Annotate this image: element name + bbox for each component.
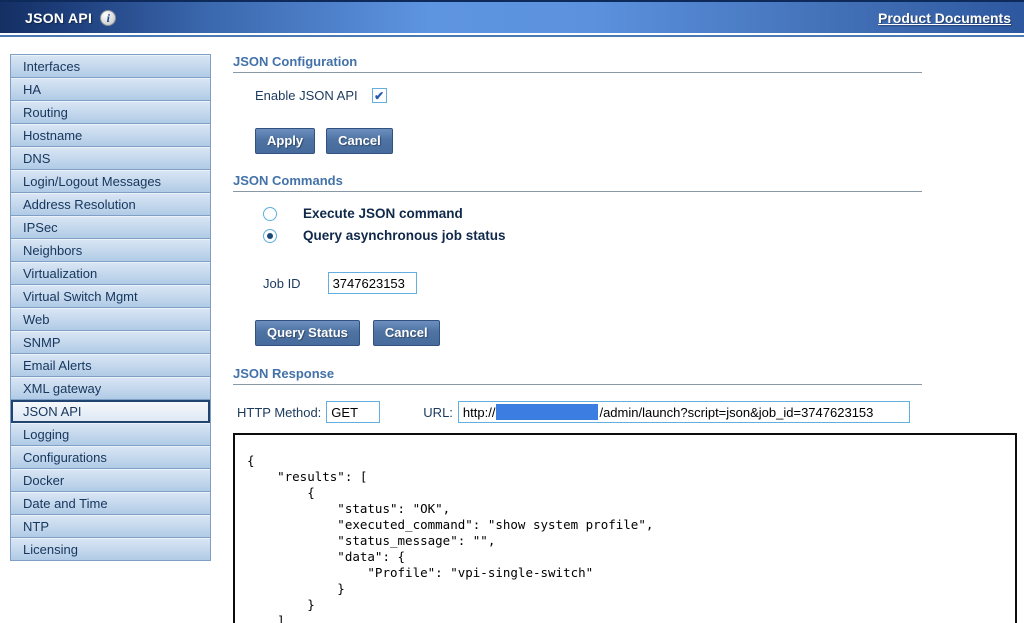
url-host-redaction <box>496 404 598 420</box>
enable-json-api-checkbox[interactable]: ✔ <box>372 88 387 103</box>
sidebar-item-docker[interactable]: Docker <box>11 469 210 492</box>
url-prefix-text: http:// <box>463 405 496 420</box>
json-commands-section-header: JSON Commands <box>233 173 922 192</box>
query-status-button[interactable]: Query Status <box>255 320 360 346</box>
sidebar-item-ha[interactable]: HA <box>11 78 210 101</box>
sidebar-item-virtual-switch-mgmt[interactable]: Virtual Switch Mgmt <box>11 285 210 308</box>
sidebar-item-snmp[interactable]: SNMP <box>11 331 210 354</box>
sidebar-item-login-logout-messages[interactable]: Login/Logout Messages <box>11 170 210 193</box>
sidebar-item-interfaces[interactable]: Interfaces <box>11 55 210 78</box>
sidebar-item-routing[interactable]: Routing <box>11 101 210 124</box>
sidebar-item-neighbors[interactable]: Neighbors <box>11 239 210 262</box>
radio-selected-dot <box>267 233 273 239</box>
header-bar: JSON API i Product Documents <box>0 0 1024 33</box>
page-title: JSON API <box>25 10 92 26</box>
sidebar-item-address-resolution[interactable]: Address Resolution <box>11 193 210 216</box>
enable-json-api-label: Enable JSON API <box>255 88 358 103</box>
main-panel: JSON Configuration Enable JSON API ✔ App… <box>233 54 1017 623</box>
sidebar-item-web[interactable]: Web <box>11 308 210 331</box>
url-input[interactable]: http:// /admin/launch?script=json&job_id… <box>458 401 910 423</box>
sidebar-item-json-api[interactable]: JSON API <box>11 400 210 423</box>
url-path-text: /admin/launch?script=json&job_id=3747623… <box>599 405 873 420</box>
radio-query-job-status[interactable]: Query asynchronous job status <box>263 228 1017 243</box>
url-label: URL: <box>423 405 453 420</box>
sidebar-item-virtualization[interactable]: Virtualization <box>11 262 210 285</box>
radio-execute-label: Execute JSON command <box>303 206 463 221</box>
http-method-input[interactable] <box>326 401 380 423</box>
job-id-input[interactable] <box>328 272 417 294</box>
sidebar-nav: InterfacesHARoutingHostnameDNSLogin/Logo… <box>10 54 211 561</box>
json-commands-title: JSON Commands <box>233 173 343 188</box>
info-icon[interactable]: i <box>100 10 116 26</box>
apply-button[interactable]: Apply <box>255 128 315 154</box>
sidebar-item-date-and-time[interactable]: Date and Time <box>11 492 210 515</box>
content-area: InterfacesHARoutingHostnameDNSLogin/Logo… <box>0 37 1024 623</box>
checkbox-check-icon: ✔ <box>374 89 384 103</box>
radio-execute-circle[interactable] <box>263 207 277 221</box>
sidebar-item-dns[interactable]: DNS <box>11 147 210 170</box>
sidebar-item-configurations[interactable]: Configurations <box>11 446 210 469</box>
cancel-button-config[interactable]: Cancel <box>326 128 393 154</box>
sidebar-item-ntp[interactable]: NTP <box>11 515 210 538</box>
json-configuration-title: JSON Configuration <box>233 54 357 69</box>
cancel-button-commands[interactable]: Cancel <box>373 320 440 346</box>
json-response-output[interactable]: { "results": [ { "status": "OK", "execut… <box>233 433 1017 623</box>
product-documents-link[interactable]: Product Documents <box>878 10 1011 26</box>
json-response-title: JSON Response <box>233 366 334 381</box>
sidebar-item-ipsec[interactable]: IPSec <box>11 216 210 239</box>
sidebar-item-xml-gateway[interactable]: XML gateway <box>11 377 210 400</box>
json-configuration-section-header: JSON Configuration <box>233 54 922 73</box>
http-method-label: HTTP Method: <box>237 405 321 420</box>
sidebar-item-logging[interactable]: Logging <box>11 423 210 446</box>
sidebar-item-hostname[interactable]: Hostname <box>11 124 210 147</box>
radio-query-circle[interactable] <box>263 229 277 243</box>
sidebar-item-email-alerts[interactable]: Email Alerts <box>11 354 210 377</box>
radio-query-label: Query asynchronous job status <box>303 228 506 243</box>
job-id-label: Job ID <box>263 276 301 291</box>
json-response-section-header: JSON Response <box>233 366 922 385</box>
sidebar-item-licensing[interactable]: Licensing <box>11 538 210 561</box>
radio-execute-json-command[interactable]: Execute JSON command <box>263 206 1017 221</box>
